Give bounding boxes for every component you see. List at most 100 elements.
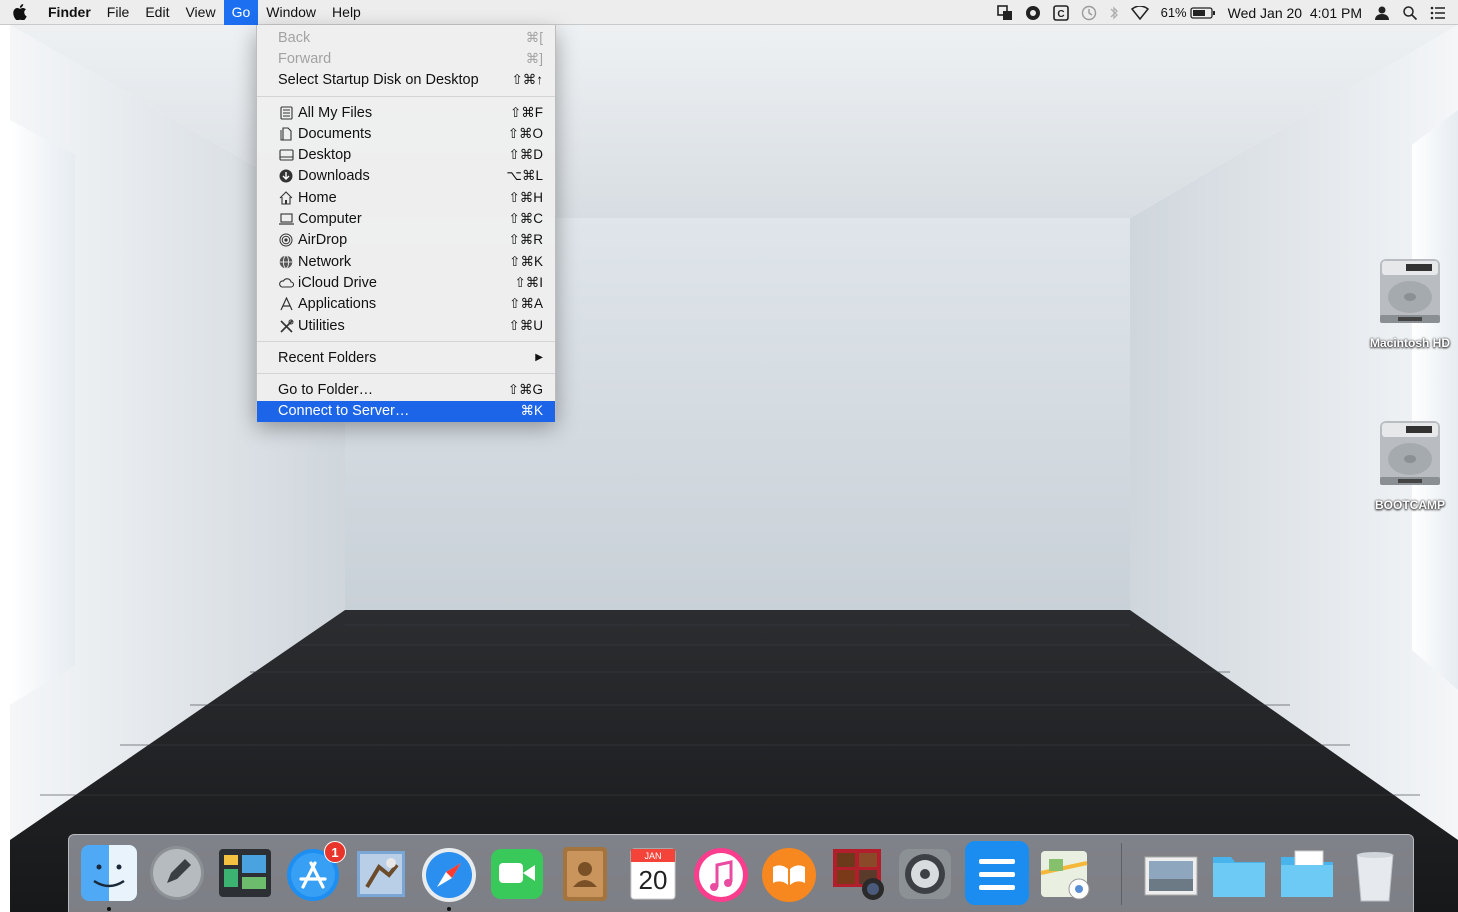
menu-item-shortcut: ⇧⌘O [507, 125, 543, 141]
documents-folder-icon[interactable] [1277, 843, 1337, 903]
folder-icon[interactable] [1209, 843, 1269, 903]
menu-item-label: Back [278, 29, 311, 46]
menu-item-computer[interactable]: Computer ⇧⌘C [257, 208, 555, 229]
battery-percent[interactable]: 61% [1155, 0, 1190, 25]
mission-control-icon[interactable] [215, 843, 275, 903]
menu-bar: Finder File Edit View Go Window Help C 6… [0, 0, 1458, 25]
menu-item-airdrop[interactable]: AirDrop ⇧⌘R [257, 230, 555, 251]
airdrop-icon [278, 233, 294, 247]
menu-item-label: AirDrop [298, 232, 348, 249]
desktop-wallpaper [0, 0, 1458, 912]
desktop-icon [278, 148, 294, 162]
menu-help[interactable]: Help [324, 0, 369, 25]
time-machine-icon[interactable] [1075, 0, 1103, 25]
menu-item-recent-folders[interactable]: Recent Folders ▶ [257, 347, 555, 368]
menu-item-select-startup-disk[interactable]: Select Startup Disk on Desktop ⇧⌘↑ [257, 70, 555, 91]
menu-item-label: Desktop [298, 147, 352, 164]
menu-separator [257, 341, 555, 343]
menu-item-home[interactable]: Home ⇧⌘H [257, 187, 555, 208]
record-icon[interactable] [1019, 0, 1047, 25]
applications-icon [278, 297, 294, 311]
notes-icon[interactable] [965, 841, 1029, 905]
menu-item-documents[interactable]: Documents ⇧⌘O [257, 123, 555, 144]
hard-drive-icon [1380, 259, 1440, 323]
menu-item-label: Downloads [298, 168, 370, 185]
menu-item-shortcut: ⇧⌘I [514, 274, 543, 290]
user-icon[interactable] [1368, 0, 1396, 25]
menu-edit[interactable]: Edit [137, 0, 177, 25]
menu-item-shortcut: ⇧⌘G [507, 382, 543, 398]
menu-item-downloads[interactable]: Downloads ⌥⌘L [257, 166, 555, 187]
running-indicator [107, 907, 111, 911]
wifi-icon[interactable] [1125, 0, 1155, 25]
utilities-icon [278, 319, 294, 333]
calendar-icon[interactable]: JAN 20 [623, 843, 683, 903]
menu-item-utilities[interactable]: Utilities ⇧⌘U [257, 315, 555, 336]
facetime-icon[interactable] [487, 843, 547, 903]
dock: 1 JAN 20 [68, 834, 1414, 912]
all-files-icon [278, 105, 294, 120]
menu-item-label: Home [298, 189, 337, 206]
menu-item-label: iCloud Drive [298, 274, 377, 291]
safari-icon[interactable] [419, 843, 479, 903]
dock-divider [1121, 843, 1122, 905]
spotlight-search-icon[interactable] [1396, 0, 1424, 25]
menu-item-back: Back ⌘[ [257, 27, 555, 48]
system-preferences-icon[interactable] [895, 843, 955, 903]
itunes-icon[interactable] [691, 843, 751, 903]
menu-item-shortcut: ⌥⌘L [506, 168, 543, 184]
menu-separator [257, 373, 555, 375]
app-store-badge: 1 [324, 841, 346, 863]
preview-icon[interactable] [1141, 843, 1201, 903]
menu-item-shortcut: ⌘] [525, 50, 543, 66]
bluetooth-icon[interactable] [1103, 0, 1125, 25]
maps-icon[interactable] [1035, 843, 1095, 903]
clipboard-c-icon[interactable]: C [1047, 0, 1075, 25]
desktop-icon-macintosh-hd[interactable]: Macintosh HD [1362, 255, 1458, 350]
submenu-arrow-icon: ▶ [535, 352, 543, 364]
desktop-icon-bootcamp[interactable]: BOOTCAMP [1362, 417, 1458, 512]
menu-item-label: Applications [298, 296, 377, 313]
documents-icon [278, 127, 294, 141]
launchpad-icon[interactable] [147, 843, 207, 903]
window-switch-icon[interactable] [991, 0, 1019, 25]
menu-item-shortcut: ⇧⌘D [508, 147, 543, 163]
menu-item-shortcut: ⌘[ [525, 29, 543, 45]
home-icon [278, 190, 294, 205]
menu-item-label: Computer [298, 211, 362, 228]
mail-icon[interactable] [351, 843, 411, 903]
menu-app-name[interactable]: Finder [40, 0, 99, 25]
downloads-icon [278, 169, 294, 183]
menu-separator [257, 95, 555, 97]
trash-icon[interactable] [1345, 843, 1405, 903]
ibooks-icon[interactable] [759, 843, 819, 903]
menu-item-applications[interactable]: Applications ⇧⌘A [257, 294, 555, 315]
menu-item-connect-to-server[interactable]: Connect to Server… ⌘K [257, 400, 555, 423]
menu-item-label: Documents [298, 125, 372, 142]
menu-item-label: Forward [278, 50, 332, 67]
menu-window[interactable]: Window [258, 0, 324, 25]
calendar-day: 20 [638, 865, 668, 895]
notification-center-icon[interactable] [1424, 0, 1458, 25]
menu-item-shortcut: ⇧⌘R [508, 232, 543, 248]
desktop-icon-label: BOOTCAMP [1375, 498, 1445, 512]
menu-go[interactable]: Go [223, 0, 259, 25]
hard-drive-icon [1380, 421, 1440, 485]
menu-file[interactable]: File [99, 0, 138, 25]
finder-icon[interactable] [79, 843, 139, 903]
go-menu-dropdown: Back ⌘[ Forward ⌘] Select Startup Disk on … [256, 25, 556, 423]
status-area: C 61% Wed Jan 20 4:01 PM [991, 0, 1458, 25]
apple-logo-icon[interactable] [0, 0, 40, 25]
menu-item-icloud-drive[interactable]: iCloud Drive ⇧⌘I [257, 272, 555, 293]
menu-item-network[interactable]: Network ⇧⌘K [257, 251, 555, 272]
battery-icon[interactable] [1189, 0, 1222, 25]
photo-booth-icon[interactable] [827, 843, 887, 903]
menu-item-go-to-folder[interactable]: Go to Folder… ⇧⌘G [257, 379, 555, 400]
menu-item-label: All My Files [298, 104, 373, 121]
menu-view[interactable]: View [177, 0, 223, 25]
network-icon [278, 254, 294, 269]
clock[interactable]: Wed Jan 20 4:01 PM [1222, 0, 1368, 25]
menu-item-desktop[interactable]: Desktop ⇧⌘D [257, 144, 555, 165]
menu-item-all-my-files[interactable]: All My Files ⇧⌘F [257, 102, 555, 123]
contacts-icon[interactable] [555, 843, 615, 903]
